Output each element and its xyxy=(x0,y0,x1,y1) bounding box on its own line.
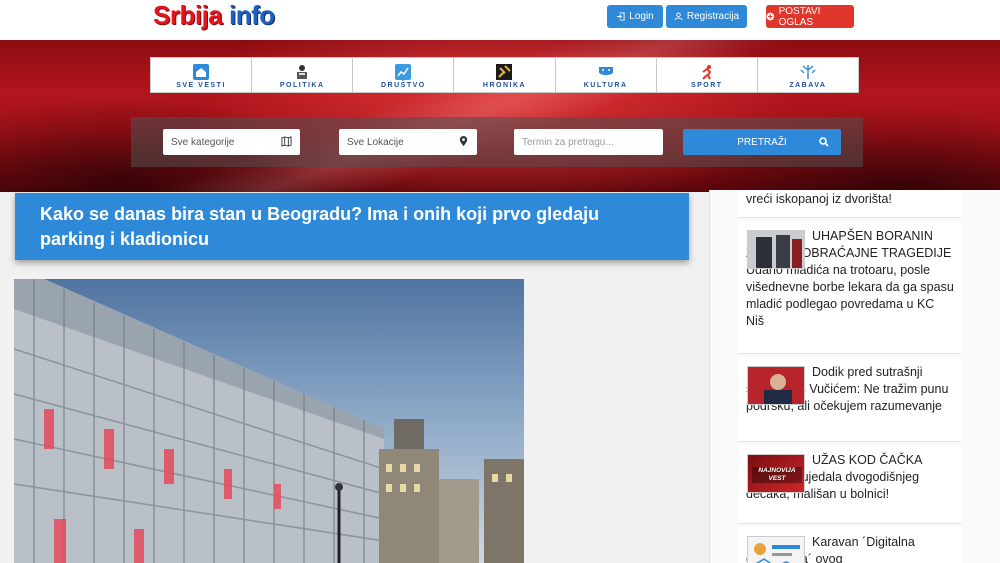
category-drustvo[interactable]: DRUŠTVO xyxy=(353,58,455,92)
news-item[interactable]: vreći iskopanoj iz dvorišta! xyxy=(739,190,961,218)
plus-circle-icon xyxy=(766,12,775,21)
category-nav: SVE VESTI POLITIKA DRUŠTVO HRONIKA KULTU… xyxy=(150,57,859,93)
article-title-box: Kako se danas bira stan u Beogradu? Ima … xyxy=(15,193,689,260)
sidebar-news: vreći iskopanoj iz dvorišta! UHAPŠEN BOR… xyxy=(709,190,1000,563)
login-button[interactable]: Login xyxy=(607,5,663,28)
category-hronika[interactable]: HRONIKA xyxy=(454,58,556,92)
article-photo-illustration xyxy=(14,279,524,563)
speaker-icon xyxy=(297,65,308,79)
sign-in-icon xyxy=(617,12,625,21)
search-button[interactable]: PRETRAŽI xyxy=(683,129,841,155)
category-sve-vesti[interactable]: SVE VESTI xyxy=(151,58,253,92)
gavel-icon xyxy=(496,64,513,80)
register-button[interactable]: Registracija xyxy=(666,5,747,28)
post-ad-button[interactable]: POSTAVI OGLAS xyxy=(766,5,854,28)
map-marker-icon xyxy=(459,136,468,147)
runner-icon xyxy=(702,65,712,80)
fireworks-icon xyxy=(800,65,816,79)
search-panel: Sve kategorije Sve Lokacije Termin za pr… xyxy=(131,117,863,167)
news-thumbnail xyxy=(747,536,805,563)
search-icon xyxy=(819,137,829,147)
news-item[interactable]: Dodik pred sutrašnji sastanak s Vučićem:… xyxy=(739,356,961,442)
theater-icon xyxy=(598,67,613,75)
news-item[interactable]: UHAPŠEN BORANIN ZBOG SAOBRAĆAJNE TRAGEDI… xyxy=(739,220,961,354)
map-icon xyxy=(281,136,292,147)
category-sport[interactable]: SPORT xyxy=(657,58,758,92)
news-thumbnail xyxy=(747,230,805,269)
article-title[interactable]: Kako se danas bira stan u Beogradu? Ima … xyxy=(40,202,664,252)
news-item[interactable]: NAJNOVIJA VEST UŽAS KOD ČAČKA Lutalica i… xyxy=(739,444,961,524)
category-kultura[interactable]: KULTURA xyxy=(556,58,657,92)
category-politika[interactable]: POLITIKA xyxy=(252,58,354,92)
site-logo[interactable]: Srbija info xyxy=(153,0,275,31)
news-item[interactable]: Karavan ´Digitalna ekspedicija´ ovog xyxy=(739,526,961,563)
chart-icon xyxy=(395,64,412,80)
home-icon xyxy=(193,64,210,80)
user-icon xyxy=(674,12,683,21)
news-badge: NAJNOVIJA VEST xyxy=(758,467,796,482)
hero-banner: SVE VESTI POLITIKA DRUŠTVO HRONIKA KULTU… xyxy=(0,40,1000,192)
article-image xyxy=(14,279,524,563)
category-select[interactable]: Sve kategorije xyxy=(163,129,300,155)
category-zabava[interactable]: ZABAVA xyxy=(758,58,858,92)
location-select[interactable]: Sve Lokacije xyxy=(339,129,477,155)
search-term-input[interactable]: Termin za pretragu... xyxy=(514,129,663,155)
top-bar: Srbija info Login Registracija POSTAVI O… xyxy=(0,0,1000,40)
news-thumbnail: NAJNOVIJA VEST xyxy=(747,454,805,493)
news-thumbnail xyxy=(747,366,805,405)
